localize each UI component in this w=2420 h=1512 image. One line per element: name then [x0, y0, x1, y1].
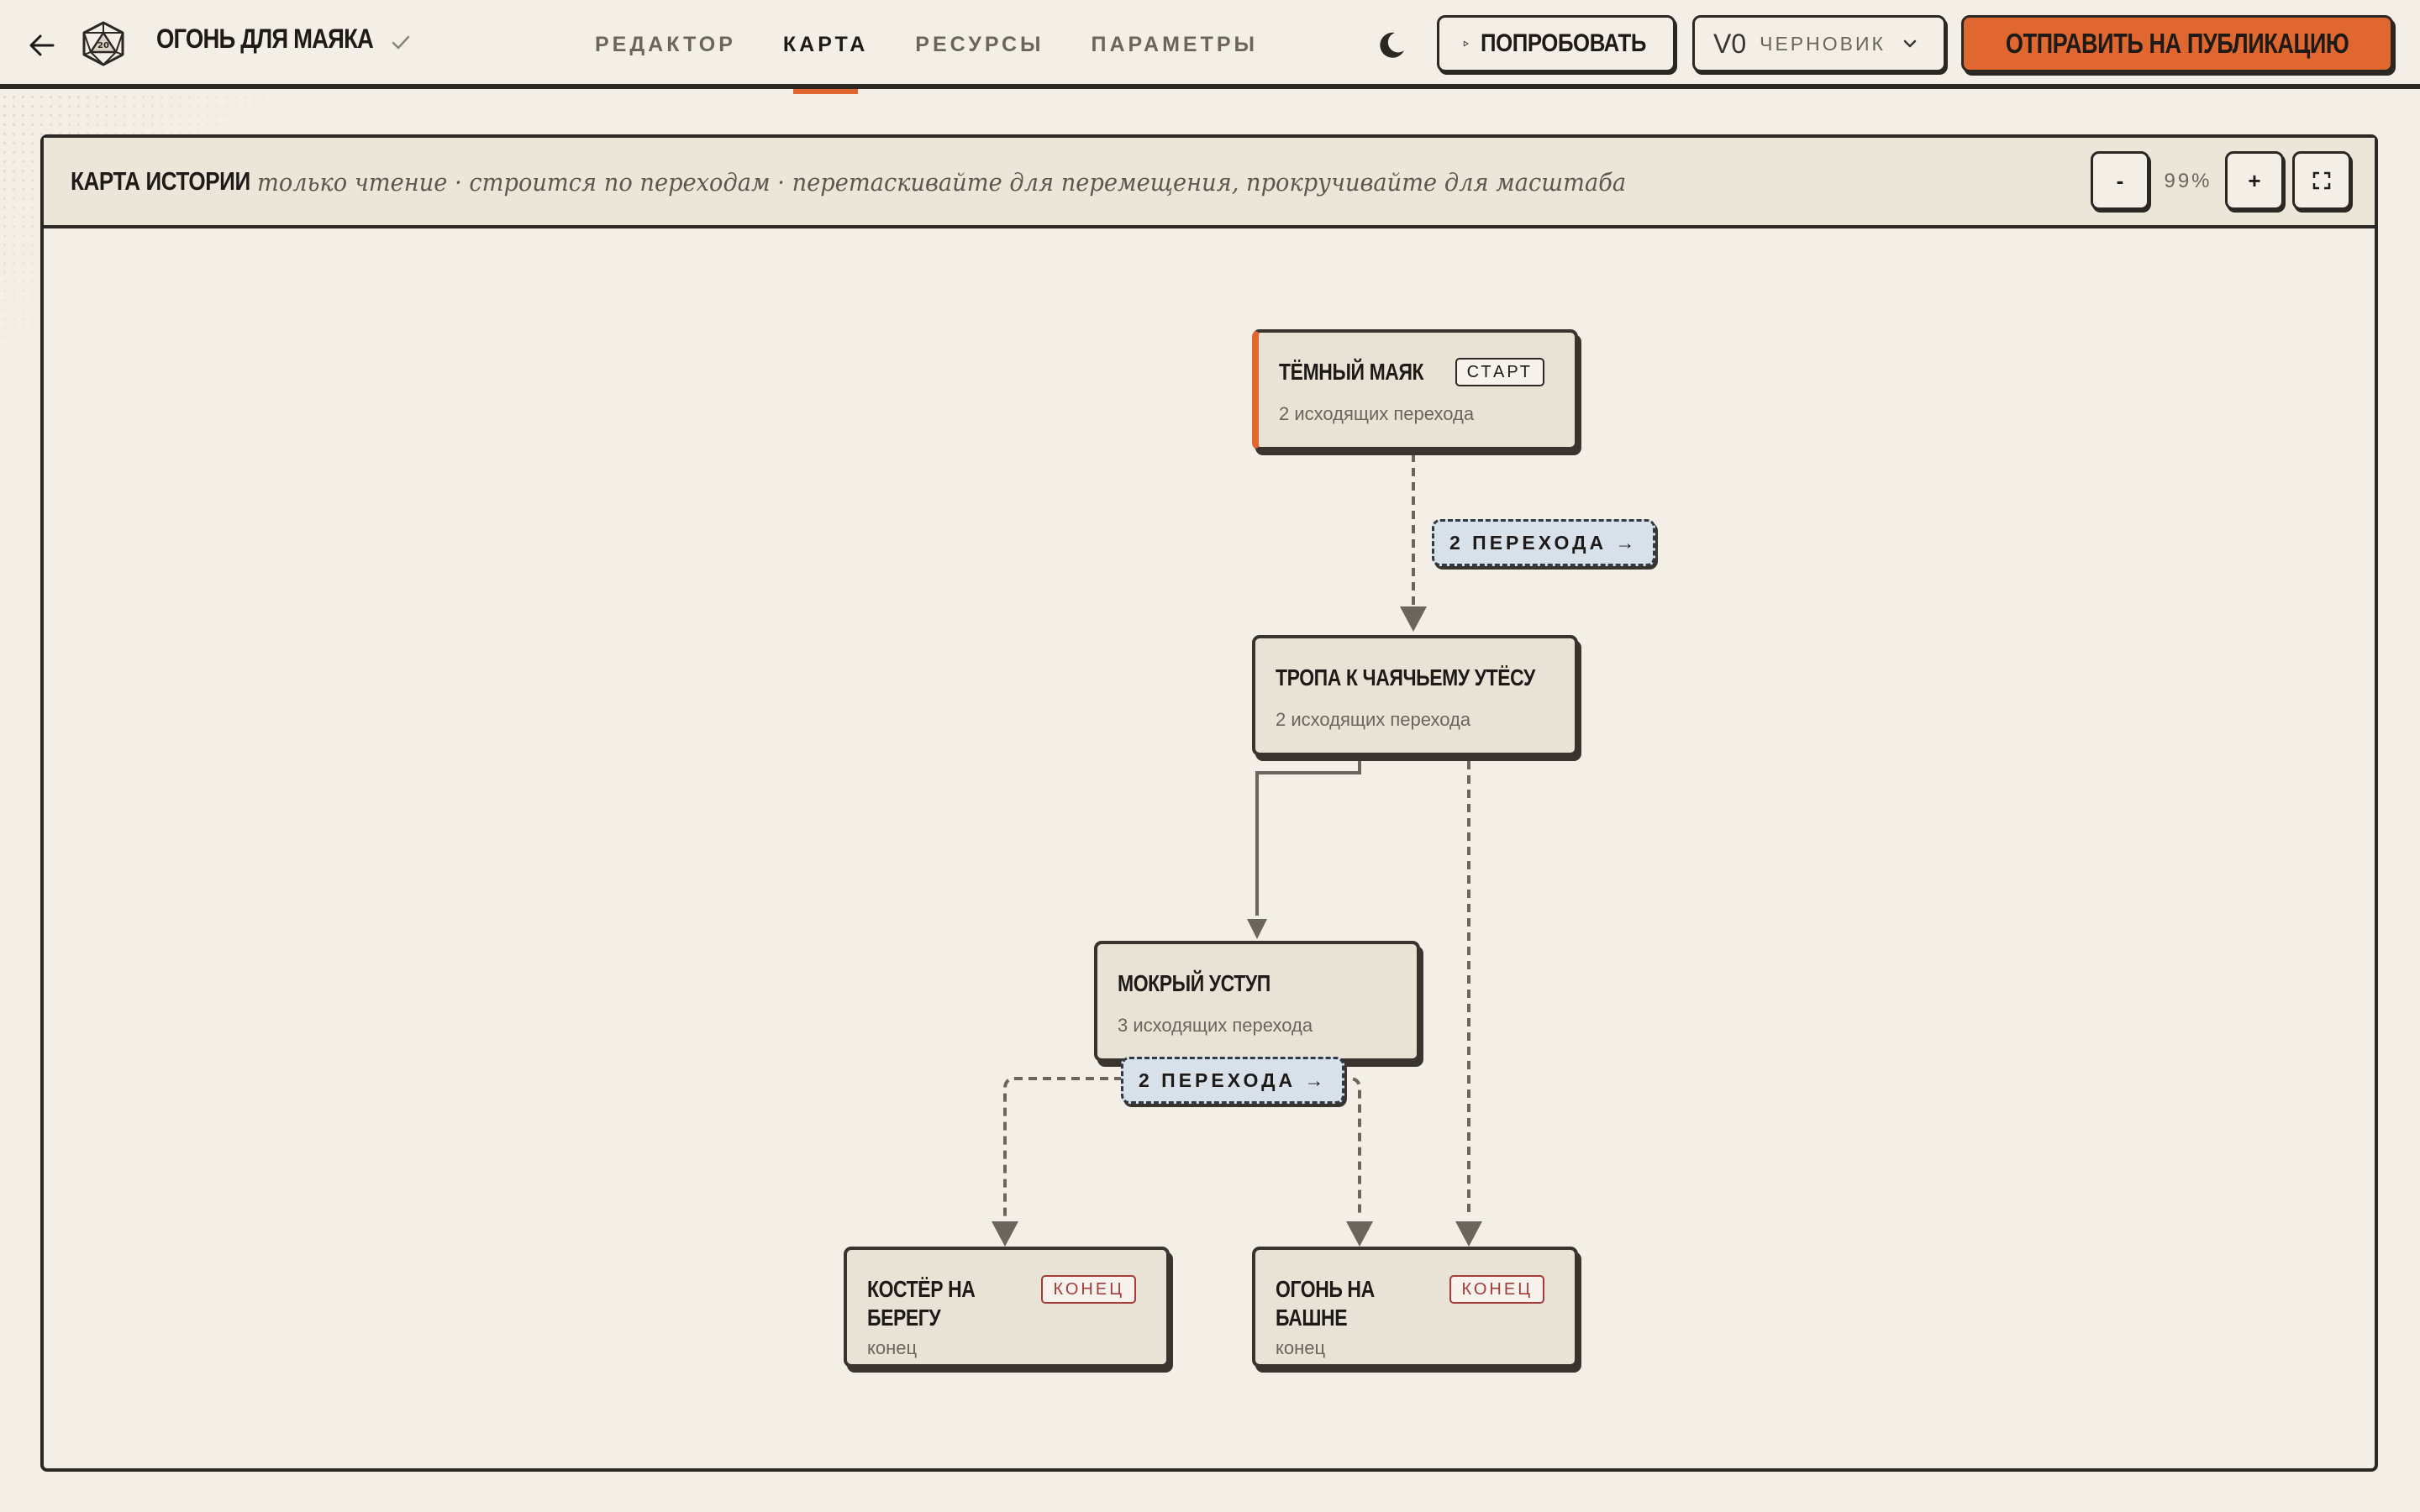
publish-button[interactable]: ОТПРАВИТЬ НА ПУБЛИКАЦИЮ: [1961, 15, 2393, 72]
node-subtitle: 2 исходящих перехода: [1279, 403, 1475, 424]
d20-dice-icon: 20: [82, 21, 124, 66]
edge-label[interactable]: 2 ПЕРЕХОДА →: [1121, 1057, 1345, 1104]
fit-to-screen-button[interactable]: [2292, 151, 2351, 210]
version-state: ЧЕРНОВИК: [1760, 32, 1886, 55]
moon-icon[interactable]: [1375, 29, 1408, 62]
zoom-in-button[interactable]: +: [2225, 151, 2284, 210]
main-tabs: РЕДАКТОР КАРТА РЕСУРСЫ ПАРАМЕТРЫ: [571, 0, 1281, 94]
expand-icon: [2312, 171, 2331, 190]
node-title: ОГОНЬ НА БАШНЕ: [1276, 1276, 1375, 1331]
play-icon: [1463, 40, 1469, 47]
node-dark-lighthouse[interactable]: ТЁМНЫЙ МАЯК СТАРТ 2 исходящих перехода: [1252, 329, 1578, 450]
start-badge: СТАРТ: [1455, 358, 1544, 386]
end-badge: КОНЕЦ: [1449, 1275, 1544, 1304]
story-map-subtitle: только чтение · строится по переходам · …: [257, 168, 1627, 197]
edge-label[interactable]: 2 ПЕРЕХОДА →: [1432, 519, 1656, 566]
node-subtitle: 3 исходящих перехода: [1118, 1015, 1313, 1036]
story-map-panel[interactable]: КАРТА ИСТОРИИ только чтение · строится п…: [40, 134, 2378, 1472]
node-gull-cliff-path[interactable]: ТРОПА К ЧАЯЧЬЕМУ УТЁСУ 2 исходящих перех…: [1252, 635, 1578, 756]
back-button[interactable]: [24, 27, 60, 64]
top-bar: 20 ОГОНЬ ДЛЯ МАЯКА РЕДАКТОР КАРТА РЕСУРС…: [0, 0, 2420, 94]
node-shore-bonfire[interactable]: КОСТЁР НА БЕРЕГУ КОНЕЦ конец: [844, 1247, 1170, 1368]
version-number: V0: [1713, 28, 1747, 59]
arrow-left-icon: [29, 34, 55, 56]
tab-editor[interactable]: РЕДАКТОР: [571, 0, 760, 89]
tab-map[interactable]: КАРТА: [760, 0, 892, 94]
node-title: КОСТЁР НА БЕРЕГУ: [867, 1276, 976, 1331]
node-wet-ledge[interactable]: МОКРЫЙ УСТУП 3 исходящих перехода: [1094, 941, 1420, 1062]
node-tower-fire[interactable]: ОГОНЬ НА БАШНЕ КОНЕЦ конец: [1252, 1247, 1578, 1368]
node-title: ТРОПА К ЧАЯЧЬЕМУ УТЁСУ: [1276, 664, 1535, 690]
zoom-out-button[interactable]: -: [2091, 151, 2149, 210]
node-subtitle: конец: [1276, 1337, 1326, 1358]
app-title: ОГОНЬ ДЛЯ МАЯКА: [156, 24, 374, 54]
node-subtitle: конец: [867, 1337, 918, 1358]
check-icon: [392, 35, 410, 50]
chevron-down-icon: [1903, 39, 1917, 48]
story-map-header: КАРТА ИСТОРИИ только чтение · строится п…: [44, 138, 2375, 228]
end-badge: КОНЕЦ: [1041, 1275, 1136, 1304]
publish-button-label: ОТПРАВИТЬ НА ПУБЛИКАЦИЮ: [2005, 28, 2349, 59]
try-button-label: ПОПРОБОВАТЬ: [1480, 29, 1646, 57]
node-title: МОКРЫЙ УСТУП: [1118, 970, 1270, 996]
tab-parameters[interactable]: ПАРАМЕТРЫ: [1068, 0, 1281, 89]
svg-text:20: 20: [97, 41, 109, 50]
zoom-level: 99%: [2164, 170, 2212, 192]
try-button[interactable]: ПОПРОБОВАТЬ: [1437, 15, 1676, 72]
node-subtitle: 2 исходящих перехода: [1276, 709, 1471, 730]
story-map-title: КАРТА ИСТОРИИ: [71, 166, 250, 196]
version-select[interactable]: V0 ЧЕРНОВИК: [1692, 15, 1946, 72]
tab-resources[interactable]: РЕСУРСЫ: [892, 0, 1067, 89]
